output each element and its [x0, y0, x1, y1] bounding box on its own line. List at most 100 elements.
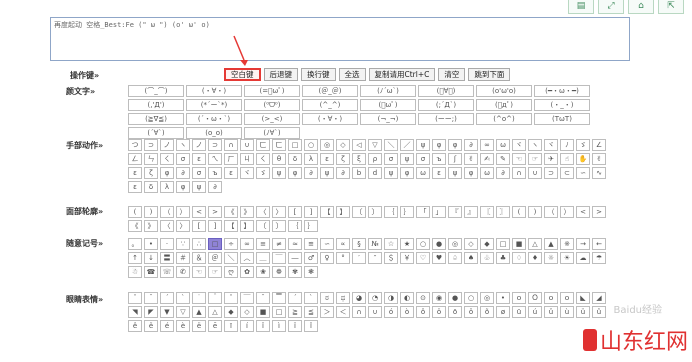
emoticon-cell[interactable]: ✾ [288, 266, 302, 278]
emoticon-cell[interactable]: λ [160, 181, 174, 193]
emoticon-cell[interactable]: ü [576, 306, 590, 318]
emoticon-cell[interactable]: (ﾟωﾟ) [360, 99, 416, 111]
emoticon-cell[interactable]: ζ [336, 153, 350, 165]
emoticon-cell[interactable]: □ [272, 306, 286, 318]
emoticon-cell[interactable]: ＾ [208, 292, 222, 304]
emoticon-cell[interactable]: ó [384, 306, 398, 318]
emoticon-cell[interactable]: ˙ [192, 292, 206, 304]
emoticon-cell[interactable]: ― [288, 252, 302, 264]
emoticon-cell[interactable]: △ [528, 238, 542, 250]
emoticon-cell[interactable]: ÷ [224, 238, 238, 250]
emoticon-cell[interactable]: ψ [192, 181, 206, 193]
emoticon-cell[interactable]: ｝ [304, 220, 318, 232]
emoticon-cell[interactable]: (ﾟдﾟ) [476, 99, 532, 111]
emoticon-cell[interactable]: ø [496, 306, 510, 318]
emoticon-cell[interactable]: 〉 [176, 220, 190, 232]
emoticon-cell[interactable]: ) [144, 206, 158, 218]
emoticon-cell[interactable]: ♦ [528, 252, 542, 264]
emoticon-cell[interactable]: ㄣ [144, 153, 158, 165]
emoticon-cell[interactable]: ㄟ [208, 153, 222, 165]
emoticon-cell[interactable]: (≧∇≦) [128, 113, 184, 125]
emoticon-cell[interactable]: ▼ [160, 306, 174, 318]
emoticon-cell[interactable]: ✌ [592, 153, 606, 165]
emoticon-cell[interactable]: d [368, 167, 382, 179]
emoticon-cell[interactable]: ｛ [384, 206, 398, 218]
emoticon-cell[interactable]: ☼ [544, 252, 558, 264]
emoticon-cell[interactable]: (・_・) [534, 99, 590, 111]
emoticon-cell[interactable]: · [160, 238, 174, 250]
emoticon-cell[interactable]: ∽ [320, 238, 334, 250]
emoticon-cell[interactable]: 》 [240, 206, 254, 218]
emoticon-cell[interactable]: î [304, 320, 318, 332]
emoticon-cell[interactable]: ♠ [464, 252, 478, 264]
emoticon-cell[interactable]: ◥ [128, 306, 142, 318]
emoticon-cell[interactable]: ◁ [352, 139, 366, 151]
emoticon-cell[interactable]: ㄈ [272, 139, 286, 151]
emoticon-cell[interactable]: □ [208, 238, 222, 250]
emoticon-cell[interactable]: ≦ [304, 306, 318, 318]
emoticon-cell[interactable]: （ [544, 206, 558, 218]
emoticon-cell[interactable]: ◉ [432, 292, 446, 304]
emoticon-cell[interactable]: ∴ [192, 238, 206, 250]
emoticon-cell[interactable]: ☝ [560, 153, 574, 165]
emoticon-cell[interactable]: ∿ [592, 167, 606, 179]
emoticon-cell[interactable]: ˇ [128, 292, 142, 304]
emoticon-cell[interactable]: σ [176, 153, 190, 165]
emoticon-cell[interactable]: ノ [160, 139, 174, 151]
external-icon[interactable]: ⇱ [658, 0, 684, 14]
emoticon-cell[interactable]: ⊂ [560, 167, 574, 179]
emoticon-cell[interactable]: (・∀・) [186, 85, 242, 97]
emoticon-cell[interactable]: (,'Д') [128, 99, 184, 111]
emoticon-cell[interactable]: ◆ [224, 306, 238, 318]
emoticon-textarea[interactable]: 再度起动 空格_Best:Fe (" ω ") (o' ω' o) [50, 17, 630, 61]
emoticon-cell[interactable]: ρ [368, 153, 382, 165]
op-button[interactable]: 后退键 [263, 68, 298, 81]
emoticon-cell[interactable]: ♣ [496, 252, 510, 264]
emoticon-cell[interactable]: σ [384, 153, 398, 165]
emoticon-cell[interactable]: ↑ [128, 252, 142, 264]
emoticon-cell[interactable]: ◆ [480, 238, 494, 250]
op-button[interactable]: 空白键 [224, 68, 261, 81]
emoticon-cell[interactable]: ◑ [384, 292, 398, 304]
emoticon-cell[interactable]: ❁ [272, 266, 286, 278]
emoticon-cell[interactable]: ʃ [448, 153, 462, 165]
emoticon-cell[interactable]: 〕 [368, 206, 382, 218]
emoticon-cell[interactable]: ☏ [160, 266, 174, 278]
emoticon-cell[interactable]: ∂ [464, 139, 478, 151]
emoticon-cell[interactable]: ▔ [272, 292, 286, 304]
emoticon-cell[interactable]: ＆ [192, 252, 206, 264]
emoticon-cell[interactable]: ⊃ [208, 139, 222, 151]
emoticon-cell[interactable]: ◇ [336, 139, 350, 151]
emoticon-cell[interactable]: ☞ [208, 266, 222, 278]
emoticon-cell[interactable]: △ [208, 306, 222, 318]
emoticon-cell[interactable]: ≠ [272, 238, 286, 250]
emoticon-cell[interactable]: つ [128, 139, 142, 151]
emoticon-cell[interactable]: ∂ [208, 181, 222, 193]
emoticon-cell[interactable]: (TωT) [534, 113, 590, 125]
emoticon-cell[interactable]: ● [432, 238, 446, 250]
emoticon-cell[interactable]: ° [336, 252, 350, 264]
emoticon-cell[interactable]: é [160, 320, 174, 332]
emoticon-cell[interactable]: □ [288, 139, 302, 151]
emoticon-cell[interactable]: φ [448, 139, 462, 151]
emoticon-cell[interactable]: ] [208, 220, 222, 232]
emoticon-cell[interactable]: ≡ [256, 238, 270, 250]
emoticon-cell[interactable]: ⊃ [144, 139, 158, 151]
emoticon-cell[interactable]: ヾ [544, 139, 558, 151]
emoticon-cell[interactable]: ♢ [512, 252, 526, 264]
emoticon-cell[interactable]: ⊙ [416, 292, 430, 304]
emoticon-cell[interactable]: ㄏ [224, 153, 238, 165]
emoticon-cell[interactable]: ǔ [544, 306, 558, 318]
emoticon-cell[interactable]: ǐ [256, 320, 270, 332]
emoticon-cell[interactable]: Ｏ [528, 292, 542, 304]
emoticon-cell[interactable]: 〖 [480, 206, 494, 218]
emoticon-cell[interactable]: ū [512, 306, 526, 318]
emoticon-cell[interactable]: 《 [224, 206, 238, 218]
op-button[interactable]: 全选 [338, 68, 366, 81]
emoticon-cell[interactable]: ě [144, 320, 158, 332]
emoticon-cell[interactable]: 《 [128, 220, 142, 232]
expand-icon[interactable]: ⤢ [598, 0, 624, 14]
emoticon-cell[interactable]: ㄑ [256, 153, 270, 165]
emoticon-cell[interactable]: ♧ [480, 252, 494, 264]
emoticon-cell[interactable]: ъ [208, 167, 222, 179]
